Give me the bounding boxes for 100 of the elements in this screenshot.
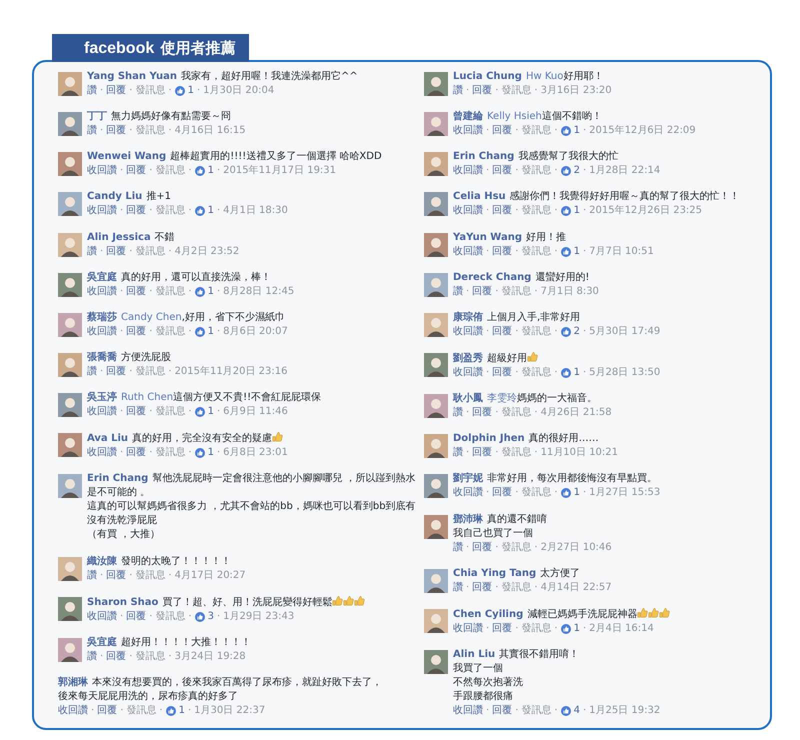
reply-link[interactable]: 回覆 <box>106 84 126 98</box>
reply-link[interactable]: 回覆 <box>492 366 512 380</box>
reply-link[interactable]: 回覆 <box>492 486 512 500</box>
like-link[interactable]: 讚 <box>87 124 97 138</box>
commenter-name[interactable]: 康琮侑 <box>453 312 483 323</box>
like-link[interactable]: 收回讚 <box>453 704 483 718</box>
reply-link[interactable]: 回覆 <box>97 704 118 718</box>
commenter-name[interactable]: Celia Hsu <box>453 191 506 202</box>
commenter-name[interactable]: 曾建綸 <box>453 111 483 122</box>
like-link[interactable]: 收回讚 <box>453 124 483 138</box>
reply-link[interactable]: 回覆 <box>106 364 126 379</box>
commenter-name[interactable]: Lucia Chung <box>453 71 522 82</box>
reply-link[interactable]: 回覆 <box>492 124 512 138</box>
message-link[interactable]: 發訊息 <box>501 284 532 299</box>
message-link[interactable]: 發訊息 <box>521 244 552 259</box>
message-link[interactable]: 發訊息 <box>155 284 186 299</box>
message-link[interactable]: 發訊息 <box>501 446 532 460</box>
commenter-name[interactable]: Chen Cyiling <box>453 608 524 620</box>
message-link[interactable]: 發訊息 <box>521 486 552 500</box>
reply-link[interactable]: 回覆 <box>472 284 492 299</box>
like-link[interactable]: 收回讚 <box>87 610 117 624</box>
reply-link[interactable]: 回覆 <box>126 446 146 460</box>
like-link[interactable]: 收回讚 <box>453 366 483 380</box>
commenter-name[interactable]: Chia Ying Tang <box>453 568 536 579</box>
commenter-name[interactable]: Dereck Chang <box>453 272 532 283</box>
commenter-name[interactable]: Erin Chang <box>453 151 514 162</box>
message-link[interactable]: 發訊息 <box>521 366 552 380</box>
commenter-name[interactable]: Yang Shan Yuan <box>87 71 177 82</box>
like-link[interactable]: 收回讚 <box>453 244 483 259</box>
reply-link[interactable]: 回覆 <box>492 164 512 178</box>
like-link[interactable]: 收回讚 <box>453 486 483 500</box>
reply-link[interactable]: 回覆 <box>472 406 492 420</box>
commenter-name[interactable]: 蔡瑞莎 <box>87 312 117 323</box>
like-link[interactable]: 讚 <box>453 580 463 595</box>
like-link[interactable]: 收回讚 <box>87 446 117 460</box>
message-link[interactable]: 發訊息 <box>155 204 186 218</box>
commenter-name[interactable]: Dolphin Jhen <box>453 433 525 444</box>
reply-link[interactable]: 回覆 <box>492 704 512 718</box>
message-link[interactable]: 發訊息 <box>521 204 552 218</box>
message-link[interactable]: 發訊息 <box>521 622 552 636</box>
message-link[interactable]: 發訊息 <box>155 164 186 178</box>
like-link[interactable]: 讚 <box>453 406 463 420</box>
commenter-name[interactable]: 吳宜庭 <box>87 272 117 283</box>
like-link[interactable]: 讚 <box>453 84 463 98</box>
reply-link[interactable]: 回覆 <box>472 446 492 460</box>
tagged-name[interactable]: Kelly Hsieh <box>487 111 542 122</box>
commenter-name[interactable]: 織汝陳 <box>87 556 117 567</box>
message-link[interactable]: 發訊息 <box>501 84 532 98</box>
message-link[interactable]: 發訊息 <box>135 244 166 259</box>
reply-link[interactable]: 回覆 <box>492 244 512 259</box>
commenter-name[interactable]: 劉盈秀 <box>453 352 483 364</box>
like-link[interactable]: 讚 <box>87 364 97 379</box>
like-link[interactable]: 收回讚 <box>453 204 483 218</box>
like-link[interactable]: 收回讚 <box>87 324 117 339</box>
tagged-name[interactable]: Ruth Chen <box>121 392 174 404</box>
reply-link[interactable]: 回覆 <box>106 124 126 138</box>
message-link[interactable]: 發訊息 <box>135 364 166 379</box>
like-link[interactable]: 收回讚 <box>58 704 88 718</box>
like-link[interactable]: 收回讚 <box>453 622 483 636</box>
message-link[interactable]: 發訊息 <box>135 124 166 138</box>
like-link[interactable]: 收回讚 <box>87 405 117 420</box>
commenter-name[interactable]: Alin Liu <box>453 648 496 660</box>
message-link[interactable]: 發訊息 <box>501 406 532 420</box>
reply-link[interactable]: 回覆 <box>126 405 146 420</box>
like-link[interactable]: 收回讚 <box>87 204 117 218</box>
reply-link[interactable]: 回覆 <box>126 164 146 178</box>
like-link[interactable]: 收回讚 <box>453 164 483 178</box>
reply-link[interactable]: 回覆 <box>126 610 146 624</box>
reply-link[interactable]: 回覆 <box>492 324 512 339</box>
tagged-name[interactable]: Hw Kuo <box>526 71 564 82</box>
like-link[interactable]: 收回讚 <box>87 164 117 178</box>
like-link[interactable]: 讚 <box>87 84 97 98</box>
commenter-name[interactable]: 張喬喬 <box>87 352 117 363</box>
commenter-name[interactable]: YaYun Wang <box>453 232 522 243</box>
message-link[interactable]: 發訊息 <box>501 580 532 595</box>
message-link[interactable]: 發訊息 <box>135 568 166 583</box>
reply-link[interactable]: 回覆 <box>106 650 126 664</box>
reply-link[interactable]: 回覆 <box>126 324 146 339</box>
reply-link[interactable]: 回覆 <box>492 204 512 218</box>
like-link[interactable]: 讚 <box>453 284 463 299</box>
reply-link[interactable]: 回覆 <box>472 540 492 555</box>
message-link[interactable]: 發訊息 <box>521 704 552 718</box>
message-link[interactable]: 發訊息 <box>155 405 186 420</box>
message-link[interactable]: 發訊息 <box>521 124 552 138</box>
message-link[interactable]: 發訊息 <box>135 650 166 664</box>
tagged-name[interactable]: 李雯玲 <box>487 393 517 404</box>
message-link[interactable]: 發訊息 <box>155 446 186 460</box>
commenter-name[interactable]: Candy Liu <box>87 191 142 202</box>
commenter-name[interactable]: 劉宇妮 <box>453 473 483 484</box>
message-link[interactable]: 發訊息 <box>135 84 166 98</box>
like-link[interactable]: 收回讚 <box>87 284 117 299</box>
commenter-name[interactable]: 耿小鳳 <box>453 393 483 404</box>
like-link[interactable]: 讚 <box>87 650 97 664</box>
reply-link[interactable]: 回覆 <box>126 204 146 218</box>
commenter-name[interactable]: Alin Jessica <box>87 232 151 243</box>
like-link[interactable]: 讚 <box>453 446 463 460</box>
reply-link[interactable]: 回覆 <box>472 580 492 595</box>
like-link[interactable]: 讚 <box>87 244 97 259</box>
reply-link[interactable]: 回覆 <box>126 284 146 299</box>
reply-link[interactable]: 回覆 <box>492 622 512 636</box>
